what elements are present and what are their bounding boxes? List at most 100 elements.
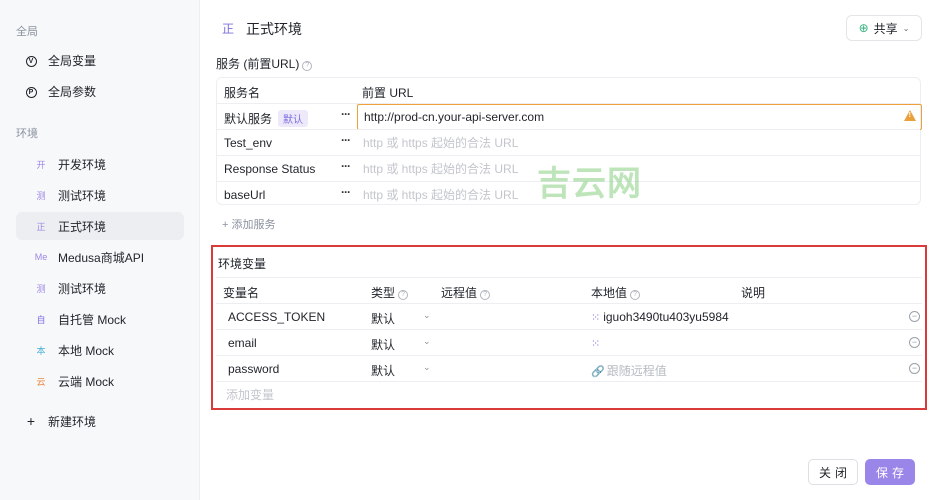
column-header-local-value: 本地值?	[591, 284, 641, 301]
remove-variable-icon[interactable]: −	[909, 311, 920, 322]
service-name: Response Status	[224, 162, 315, 176]
close-button[interactable]: 关闭	[808, 459, 858, 485]
share-button[interactable]: ⊕ 共享 ⌄	[846, 15, 922, 41]
sidebar-item-global-parameters[interactable]: P 全局参数	[16, 77, 184, 105]
sidebar-item-environment[interactable]: 测 测试环境	[16, 274, 184, 302]
sidebar-item-label: 全局参数	[48, 84, 97, 99]
help-icon: ?	[480, 289, 491, 300]
help-icon: ?	[398, 289, 409, 300]
service-row: 默认服务默认 ···!	[217, 103, 922, 130]
variable-row: email 默认 ⌄ ⁙ −	[216, 329, 922, 355]
share-label: 共享	[873, 21, 898, 36]
sidebar-item-label: 测试环境	[58, 188, 107, 203]
column-header-base-url: 前置 URL	[362, 86, 414, 100]
sidebar-item-label: 全局变量	[48, 53, 97, 68]
variable-local-value[interactable]: 🔗 跟随远程值	[591, 362, 667, 379]
sidebar-item-label: 测试环境	[58, 281, 107, 296]
new-environment-button[interactable]: + 新建环境	[16, 407, 184, 435]
service-row: Test_env ···	[217, 129, 922, 156]
variable-type-select[interactable]: 默认	[371, 310, 395, 327]
sidebar-item-label: 开发环境	[58, 157, 107, 172]
environment-badge: 正	[221, 21, 234, 36]
service-name: 默认服务 默认	[224, 110, 309, 127]
local-value-text: 跟随远程值	[606, 364, 667, 378]
service-name-text: 默认服务	[224, 112, 273, 126]
warning-mark: !	[908, 112, 911, 119]
sidebar-item-environment[interactable]: 开 开发环境	[16, 150, 184, 178]
help-icon: ?	[302, 60, 313, 71]
sidebar-item-environment[interactable]: 自 自托管 Mock	[16, 305, 184, 333]
column-header-variable-name: 变量名	[223, 286, 260, 300]
environment-badge-icon: 自	[36, 314, 46, 325]
sync-icon: ⁙	[591, 338, 601, 350]
sidebar-item-label: 自托管 Mock	[58, 312, 127, 327]
variable-type-select[interactable]: 默认	[371, 362, 395, 379]
more-options-icon[interactable]: ···	[341, 159, 351, 173]
more-options-icon[interactable]: ···	[341, 107, 351, 121]
remove-variable-icon[interactable]: −	[909, 337, 920, 348]
service-name-text: Test_env	[224, 136, 273, 150]
page-title: 正式环境	[246, 21, 302, 37]
variable-local-value[interactable]: ⁙	[591, 336, 603, 350]
add-variable-row	[216, 381, 922, 407]
service-name-text: baseUrl	[224, 188, 266, 202]
chevron-down-icon: ⌄	[423, 336, 431, 346]
sidebar-item-label: 云端 Mock	[58, 374, 115, 389]
variable-row: ACCESS_TOKEN 默认 ⌄ ⁙ iguoh3490tu403yu5984 −	[216, 303, 922, 329]
chevron-down-icon: ⌄	[423, 362, 431, 372]
sidebar-item-environment[interactable]: 云 云端 Mock	[16, 367, 184, 395]
sidebar-item-label: 本地 Mock	[58, 343, 115, 358]
save-button[interactable]: 保存	[865, 459, 915, 485]
sidebar-section-env: 环境	[16, 128, 38, 140]
environment-variables-section: 环境变量 变量名 类型? 远程值? 本地值? 说明 ACCESS_TOKEN 默认…	[211, 245, 927, 410]
service-row: Response Status ···	[217, 155, 922, 182]
chevron-down-icon: ⌄	[423, 310, 431, 320]
add-variable-input[interactable]	[226, 388, 526, 402]
services-header-row: 服务名 前置 URL	[217, 78, 920, 103]
more-options-icon[interactable]: ···	[341, 133, 351, 147]
environment-badge-icon: 测	[36, 190, 46, 201]
new-environment-label: 新建环境	[48, 414, 97, 429]
sidebar-item-environment[interactable]: 本 本地 Mock	[16, 336, 184, 364]
services-table: 服务名 前置 URL 默认服务默认···!Test_env···Response…	[216, 77, 922, 208]
service-name-text: Response Status	[224, 162, 316, 176]
variable-name[interactable]: password	[228, 362, 279, 376]
more-options-icon[interactable]: ···	[341, 185, 351, 199]
sidebar-item-label: 正式环境	[58, 219, 107, 234]
variable-local-value[interactable]: ⁙ iguoh3490tu403yu5984	[591, 310, 729, 324]
sidebar-item-environment[interactable]: Me Medusa商城API	[16, 243, 184, 271]
environment-badge-icon: 本	[36, 345, 46, 356]
add-service-button[interactable]: + 添加服务	[222, 216, 275, 232]
sidebar-item-label: Medusa商城API	[58, 250, 145, 265]
service-url-input[interactable]	[357, 130, 922, 156]
remove-variable-icon[interactable]: −	[909, 363, 920, 374]
env-vars-header-row: 变量名 类型? 远程值? 本地值? 说明	[216, 277, 922, 303]
globe-icon: ⊕	[858, 21, 869, 35]
environment-badge-icon: 测	[36, 283, 46, 294]
service-url-input[interactable]	[357, 156, 922, 182]
variable-row: password 默认 ⌄ 🔗 跟随远程值 −	[216, 355, 922, 381]
help-icon: ?	[630, 289, 641, 300]
link-icon: 🔗	[591, 366, 605, 378]
env-vars-title: 环境变量	[218, 257, 267, 271]
variable-type-select[interactable]: 默认	[371, 336, 395, 353]
parameter-icon: P	[22, 85, 40, 98]
sidebar-item-global-variables[interactable]: V 全局变量	[16, 46, 184, 74]
variable-icon: V	[22, 54, 40, 67]
sidebar-item-environment[interactable]: 测 测试环境	[16, 181, 184, 209]
sidebar-section-global: 全局	[16, 26, 38, 38]
sync-icon: ⁙	[591, 312, 601, 324]
chevron-down-icon: ⌄	[902, 23, 910, 33]
environment-badge-icon: 正	[36, 221, 46, 232]
environment-badge-icon: Me	[34, 252, 48, 262]
service-url-input[interactable]	[357, 182, 922, 208]
service-url-input[interactable]	[357, 104, 922, 130]
local-value-text: iguoh3490tu403yu5984	[603, 310, 729, 324]
variable-name[interactable]: ACCESS_TOKEN	[228, 310, 325, 324]
sidebar-item-environment[interactable]: 正 正式环境	[16, 212, 184, 240]
plus-icon: +	[26, 413, 36, 429]
variable-name[interactable]: email	[228, 336, 257, 350]
column-header-description: 说明	[741, 286, 766, 300]
services-section-title: 服务 (前置URL)?	[216, 55, 313, 72]
main-panel: 正 正式环境 ⊕ 共享 ⌄ 服务 (前置URL)? 服务名 前置 URL 默认服…	[200, 0, 930, 500]
